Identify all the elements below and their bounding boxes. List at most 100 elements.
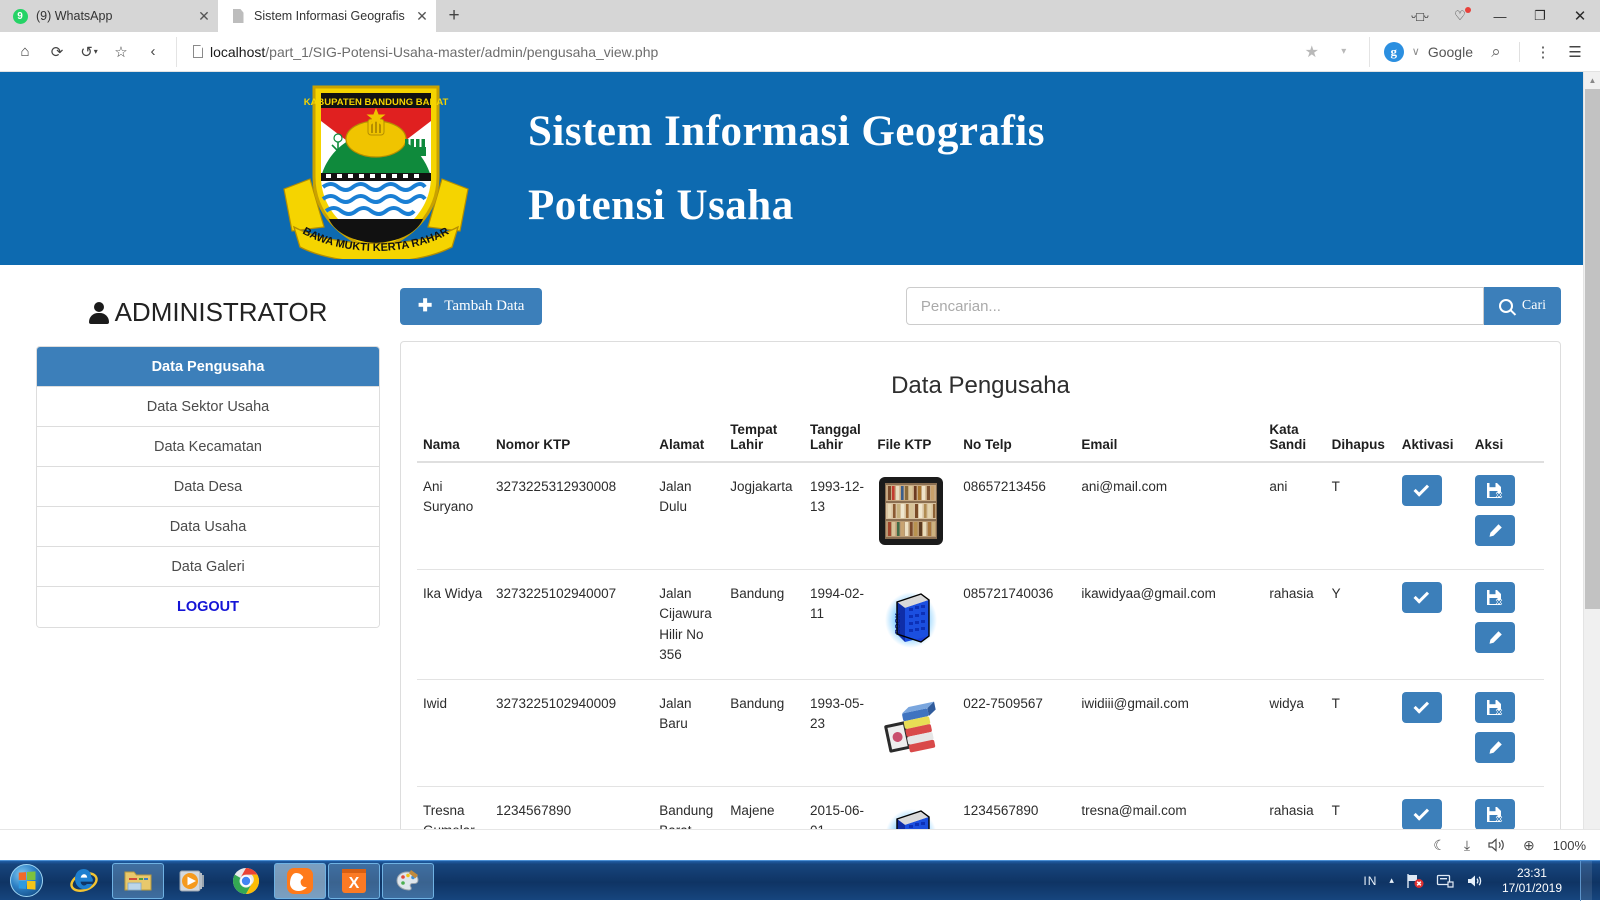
- volume-icon[interactable]: [1466, 873, 1484, 889]
- taskbar-file-explorer-icon[interactable]: [112, 863, 164, 899]
- cell-tempat-lahir: Bandung: [724, 570, 804, 680]
- zoom-icon[interactable]: ⊕: [1523, 837, 1535, 854]
- cell-file-ktp: [871, 462, 957, 570]
- network-error-icon[interactable]: [1406, 873, 1424, 889]
- table-body: Ani Suryano 3273225312930008 Jalan Dulu …: [417, 462, 1544, 859]
- file-remove-icon: [1486, 806, 1503, 823]
- browser-tab-whatsapp[interactable]: 9 (9) WhatsApp ✕: [0, 0, 218, 32]
- show-desktop-button[interactable]: [1580, 861, 1592, 901]
- maximize-button[interactable]: ❐: [1520, 0, 1560, 32]
- person-icon: [89, 301, 109, 325]
- notification-dot: [1465, 7, 1471, 13]
- sidebar-item-data-usaha[interactable]: Data Usaha: [37, 507, 379, 547]
- check-icon: [1413, 481, 1429, 497]
- tab-title: (9) WhatsApp: [36, 9, 188, 23]
- file-remove-icon: [1486, 699, 1503, 716]
- set-aside-tabs-icon[interactable]: ᵕ□ᵕ: [1400, 0, 1440, 32]
- taskbar-xampp-icon[interactable]: X: [328, 863, 380, 899]
- edit-button[interactable]: [1475, 622, 1515, 653]
- file-remove-icon: [1486, 482, 1503, 499]
- whatsapp-icon: 9: [12, 8, 28, 24]
- search-provider-box[interactable]: g ∨ Google ⌕: [1369, 37, 1511, 67]
- column-header-no-telp: No Telp: [957, 422, 1075, 462]
- language-indicator[interactable]: IN: [1363, 874, 1377, 888]
- window-controls: ᵕ□ᵕ ♡ — ❐ ✕: [1400, 0, 1600, 32]
- browser-tab-sig[interactable]: Sistem Informasi Geografis Po ✕: [218, 0, 436, 32]
- search-icon[interactable]: ⌕: [1481, 37, 1511, 67]
- taskbar-google-chrome-icon[interactable]: [220, 863, 272, 899]
- sidebar-item-data-desa[interactable]: Data Desa: [37, 467, 379, 507]
- close-icon[interactable]: ✕: [196, 9, 212, 23]
- pencil-edit-icon: [1487, 630, 1503, 646]
- windows-logo-icon: [10, 864, 43, 897]
- sidebar-menu: Data Pengusaha Data Sektor Usaha Data Ke…: [36, 346, 380, 628]
- page-icon: [230, 8, 246, 24]
- chevron-down-icon[interactable]: ∨: [1412, 45, 1420, 58]
- volume-icon[interactable]: [1488, 838, 1505, 852]
- add-favorite-star-icon[interactable]: ★: [1297, 37, 1327, 67]
- more-options-icon[interactable]: ⋮: [1528, 37, 1558, 67]
- aktivasi-button[interactable]: [1402, 582, 1442, 613]
- home-icon[interactable]: ⌂: [10, 37, 40, 67]
- tambah-data-button[interactable]: ✚ Tambah Data: [400, 288, 542, 325]
- taskbar-uc-browser-icon[interactable]: [274, 863, 326, 899]
- sidebar-item-label: Data Desa: [174, 479, 243, 495]
- site-header-banner: KABUPATEN BANDUNG BARAT: [0, 72, 1583, 265]
- whatsapp-badge: 9: [13, 9, 28, 24]
- sidebar-item-data-sektor-usaha[interactable]: Data Sektor Usaha: [37, 387, 379, 427]
- show-hidden-icons-chevron-icon[interactable]: ▴: [1389, 875, 1394, 886]
- hub-menu-icon[interactable]: ☰: [1560, 37, 1590, 67]
- taskbar-paint-icon[interactable]: [382, 863, 434, 899]
- history-back-icon[interactable]: ↺▾: [74, 37, 104, 67]
- cell-no-telp: 085721740036: [957, 570, 1075, 680]
- plus-icon: ✚: [418, 296, 432, 316]
- taskbar-clock[interactable]: 23:31 17/01/2019: [1496, 866, 1568, 896]
- search-icon: [1499, 299, 1513, 313]
- delete-file-button[interactable]: [1475, 475, 1515, 506]
- edit-button[interactable]: [1475, 515, 1515, 546]
- close-icon[interactable]: ✕: [414, 9, 430, 23]
- column-header-nomor-ktp: Nomor KTP: [490, 422, 653, 462]
- address-bar[interactable]: localhost/part_1/SIG-Potensi-Usaha-maste…: [176, 37, 1295, 67]
- chevron-down-icon[interactable]: ▾: [1329, 37, 1359, 67]
- cari-search-button[interactable]: Cari: [1484, 287, 1561, 325]
- sidebar-item-data-galeri[interactable]: Data Galeri: [37, 547, 379, 587]
- panel-title: Data Pengusaha: [417, 372, 1544, 400]
- aktivasi-button[interactable]: [1402, 475, 1442, 506]
- sidebar-item-label: Data Pengusaha: [152, 359, 265, 375]
- sidebar-item-data-kecamatan[interactable]: Data Kecamatan: [37, 427, 379, 467]
- sidebar-item-data-pengusaha[interactable]: Data Pengusaha: [37, 347, 379, 387]
- close-window-button[interactable]: ✕: [1560, 0, 1600, 32]
- reading-view-icon[interactable]: ‹: [138, 37, 168, 67]
- minimize-button[interactable]: —: [1480, 0, 1520, 32]
- refresh-icon[interactable]: ⟳: [42, 37, 72, 67]
- delete-file-button[interactable]: [1475, 799, 1515, 830]
- new-tab-button[interactable]: +: [436, 0, 472, 32]
- favorites-star-icon[interactable]: ☆: [106, 37, 136, 67]
- search-provider-label: Google: [1428, 44, 1473, 60]
- page-scrollbar[interactable]: ▲ ▼: [1583, 72, 1600, 859]
- aktivasi-button[interactable]: [1402, 692, 1442, 723]
- delete-file-button[interactable]: [1475, 692, 1515, 723]
- page-body: ADMINISTRATOR Data Pengusaha Data Sektor…: [0, 265, 1583, 859]
- page-banner-title: Sistem Informasi Geografis Potensi Usaha: [528, 95, 1045, 243]
- tabs-you-set-aside-icon[interactable]: ♡: [1440, 0, 1480, 32]
- taskbar-windows-media-player-icon[interactable]: [166, 863, 218, 899]
- bookshelf-thumbnail: [877, 477, 945, 545]
- edit-button[interactable]: [1475, 732, 1515, 763]
- cell-aktivasi: [1396, 680, 1469, 787]
- column-header-email: Email: [1075, 422, 1263, 462]
- edge-status-bar: ☾ ⤓ ⊕ 100%: [0, 829, 1600, 860]
- search-input[interactable]: [906, 287, 1484, 325]
- downloads-icon[interactable]: ⤓: [1464, 837, 1470, 854]
- action-center-icon[interactable]: [1436, 873, 1454, 889]
- aktivasi-button[interactable]: [1402, 799, 1442, 830]
- start-button[interactable]: [4, 863, 48, 899]
- scroll-up-arrow-icon[interactable]: ▲: [1584, 72, 1600, 89]
- cell-email: iwidiii@gmail.com: [1075, 680, 1263, 787]
- scrollbar-thumb[interactable]: [1585, 89, 1600, 609]
- night-mode-icon[interactable]: ☾: [1433, 837, 1446, 854]
- taskbar-internet-explorer-icon[interactable]: [58, 863, 110, 899]
- sidebar-item-logout[interactable]: LOGOUT: [37, 587, 379, 627]
- delete-file-button[interactable]: [1475, 582, 1515, 613]
